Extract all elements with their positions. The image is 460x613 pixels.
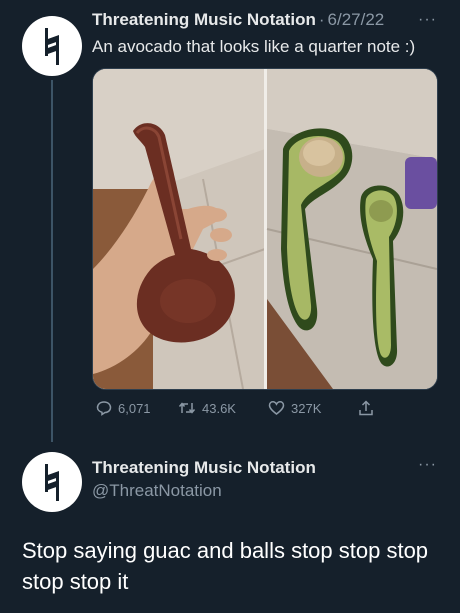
share-button[interactable] <box>358 400 380 416</box>
tweet-photo[interactable] <box>92 68 438 390</box>
tweet-text: An avocado that looks like a quarter not… <box>92 37 416 56</box>
more-icon[interactable]: ··· <box>418 456 437 474</box>
separator: · <box>318 10 325 29</box>
retweet-button[interactable]: 43.6K <box>178 400 236 416</box>
author-name[interactable]: Threatening Music Notation <box>92 10 316 30</box>
reply-count: 6,071 <box>118 400 151 416</box>
natural-sign-icon <box>45 464 59 501</box>
tweet-thread: Threatening Music Notation · 6/27/22 ···… <box>0 0 460 613</box>
reply-button[interactable]: 6,071 <box>96 400 151 416</box>
like-count: 327K <box>291 400 322 416</box>
tweet-date[interactable]: 6/27/22 <box>328 10 385 30</box>
author-handle[interactable]: @ThreatNotation <box>92 481 222 501</box>
tweet-text: Stop saying guac and balls stop stop sto… <box>22 538 429 594</box>
avatar[interactable] <box>22 452 82 512</box>
heart-icon <box>268 401 285 415</box>
reply-icon <box>96 401 112 416</box>
like-button[interactable]: 327K <box>268 400 321 416</box>
retweet-icon <box>178 402 196 414</box>
retweet-count: 43.6K <box>202 400 236 416</box>
natural-sign-icon <box>45 28 59 65</box>
tweet-header: Threatening Music Notation · 6/27/22 <box>92 10 384 30</box>
avocado-photo <box>93 69 437 389</box>
avatar[interactable] <box>22 16 82 76</box>
author-name[interactable]: Threatening Music Notation <box>92 458 316 478</box>
more-icon[interactable]: ··· <box>418 11 437 29</box>
share-icon <box>359 400 373 416</box>
thread-connector <box>51 80 53 442</box>
